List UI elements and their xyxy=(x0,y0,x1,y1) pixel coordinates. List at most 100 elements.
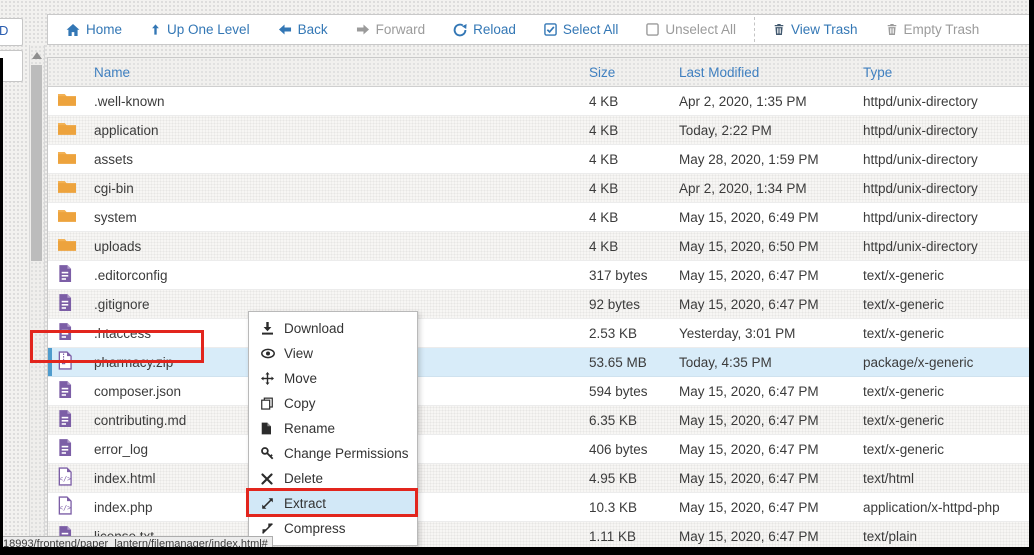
folder-icon xyxy=(57,92,77,108)
toolbar-button-unselect-all[interactable]: Unselect All xyxy=(632,22,750,37)
file-name: uploads xyxy=(86,239,586,254)
toolbar-button-label: View Trash xyxy=(791,22,858,37)
tree-scrollbar[interactable] xyxy=(29,45,45,548)
table-row[interactable]: </>index.php10.3 KBMay 15, 2020, 6:47 PM… xyxy=(48,493,1033,522)
menu-item-label: Copy xyxy=(284,396,316,411)
toolbar-button-label: Up One Level xyxy=(167,22,250,37)
toolbar-button-back[interactable]: Back xyxy=(264,22,342,37)
file-size: 4 KB xyxy=(586,181,676,196)
delete-icon xyxy=(261,473,278,485)
column-header-modified[interactable]: Last Modified xyxy=(676,65,860,80)
table-row[interactable]: </>index.html4.95 KBMay 15, 2020, 6:47 P… xyxy=(48,464,1033,493)
home-icon xyxy=(66,23,80,37)
file-modified: Today, 4:35 PM xyxy=(676,355,860,370)
file-type: application/x-httpd-php xyxy=(860,500,1026,515)
file-icon-cell xyxy=(48,179,86,198)
file-name: assets xyxy=(86,152,586,167)
toolbar-button-empty-trash[interactable]: Empty Trash xyxy=(872,22,994,37)
menu-item-rename[interactable]: Rename xyxy=(249,416,417,441)
table-row[interactable]: .well-known4 KBApr 2, 2020, 1:35 PMhttpd… xyxy=(48,87,1033,116)
menu-item-copy[interactable]: Copy xyxy=(249,391,417,416)
file-modified: May 15, 2020, 6:47 PM xyxy=(676,413,860,428)
toolbar-button-label: Forward xyxy=(376,22,426,37)
column-header-type[interactable]: Type xyxy=(860,65,1026,80)
file-type: httpd/unix-directory xyxy=(860,239,1026,254)
file-size: 6.35 KB xyxy=(586,413,676,428)
file-size: 10.3 KB xyxy=(586,500,676,515)
checkbox-checked-icon xyxy=(544,23,557,36)
menu-item-label: Change Permissions xyxy=(284,446,409,461)
file-type: httpd/unix-directory xyxy=(860,181,1026,196)
folder-icon xyxy=(57,121,77,137)
folder-icon xyxy=(57,208,77,224)
compress-icon xyxy=(261,522,278,535)
menu-item-label: Rename xyxy=(284,421,335,436)
file-modified: May 15, 2020, 6:47 PM xyxy=(676,268,860,283)
table-row[interactable]: .gitignore92 bytesMay 15, 2020, 6:47 PMt… xyxy=(48,290,1033,319)
toolbar-button-label: Home xyxy=(86,22,122,37)
file-modified: Today, 2:22 PM xyxy=(676,123,860,138)
file-table: Name Size Last Modified Type Perms .well… xyxy=(47,57,1034,548)
trash-icon xyxy=(886,23,898,36)
file-type: httpd/unix-directory xyxy=(860,210,1026,225)
toolbar-button-up-one-level[interactable]: Up One Level xyxy=(136,22,264,37)
menu-item-label: View xyxy=(284,346,313,361)
toolbar-button-home[interactable]: Home xyxy=(52,22,136,37)
file-type: package/x-generic xyxy=(860,355,1026,370)
screen-edge-left xyxy=(0,58,3,555)
table-row[interactable]: assets4 KBMay 28, 2020, 1:59 PMhttpd/uni… xyxy=(48,145,1033,174)
file-modified: May 15, 2020, 6:47 PM xyxy=(676,471,860,486)
menu-item-move[interactable]: Move xyxy=(249,366,417,391)
menu-item-view[interactable]: View xyxy=(249,341,417,366)
file-icon-cell xyxy=(48,380,86,402)
copy-icon xyxy=(261,397,278,410)
toolbar-button-label: Select All xyxy=(563,22,619,37)
annotation-red-box-pharmacy xyxy=(30,330,204,363)
file-size: 4 KB xyxy=(586,123,676,138)
toolbar-button-reload[interactable]: Reload xyxy=(439,22,530,37)
table-row[interactable]: error_log406 bytesMay 15, 2020, 6:47 PMt… xyxy=(48,435,1033,464)
file-text-icon xyxy=(57,409,72,428)
toolbar-button-label: Reload xyxy=(473,22,516,37)
column-header-name[interactable]: Name xyxy=(86,65,586,80)
file-name: application xyxy=(86,123,586,138)
toolbar-separator xyxy=(754,17,755,42)
table-row[interactable]: uploads4 KBMay 15, 2020, 6:50 PMhttpd/un… xyxy=(48,232,1033,261)
file-type: text/x-generic xyxy=(860,268,1026,283)
file-modified: Yesterday, 3:01 PM xyxy=(676,326,860,341)
menu-item-download[interactable]: Download xyxy=(249,316,417,341)
table-row[interactable]: .editorconfig317 bytesMay 15, 2020, 6:47… xyxy=(48,261,1033,290)
file-code-icon: </> xyxy=(57,467,72,486)
table-row[interactable]: system4 KBMay 15, 2020, 6:49 PMhttpd/uni… xyxy=(48,203,1033,232)
scroll-thumb[interactable] xyxy=(31,65,42,261)
toolbar-button-select-all[interactable]: Select All xyxy=(530,22,633,37)
file-modified: May 15, 2020, 6:47 PM xyxy=(676,500,860,515)
menu-item-label: Download xyxy=(284,321,344,336)
table-row[interactable]: contributing.md6.35 KBMay 15, 2020, 6:47… xyxy=(48,406,1033,435)
file-modified: May 15, 2020, 6:47 PM xyxy=(676,297,860,312)
toolbar-button-forward[interactable]: Forward xyxy=(342,22,440,37)
file-type: text/x-generic xyxy=(860,442,1026,457)
trash-icon xyxy=(773,23,785,36)
left-panel-glyph: D xyxy=(0,23,8,38)
file-size: 4 KB xyxy=(586,239,676,254)
toolbar-button-view-trash[interactable]: View Trash xyxy=(759,22,872,37)
file-type: text/x-generic xyxy=(860,297,1026,312)
toolbar-button-label: Back xyxy=(298,22,328,37)
table-row[interactable]: cgi-bin4 KBApr 2, 2020, 1:34 PMhttpd/uni… xyxy=(48,174,1033,203)
screen-edge-right xyxy=(1029,0,1034,555)
column-header-size[interactable]: Size xyxy=(586,65,676,80)
file-type: text/x-generic xyxy=(860,384,1026,399)
table-row[interactable]: composer.json594 bytesMay 15, 2020, 6:47… xyxy=(48,377,1033,406)
file-size: 2.53 KB xyxy=(586,326,676,341)
file-size: 4 KB xyxy=(586,152,676,167)
menu-item-compress[interactable]: Compress xyxy=(249,516,417,541)
file-type: httpd/unix-directory xyxy=(860,123,1026,138)
scroll-up-arrow[interactable] xyxy=(32,52,42,59)
file-size: 53.65 MB xyxy=(586,355,676,370)
annotation-red-box-extract xyxy=(246,488,418,517)
file-manager-screen: D Home Up One Level Back Forward Reload Selec… xyxy=(0,0,1034,555)
menu-item-label: Move xyxy=(284,371,317,386)
menu-item-change-permissions[interactable]: Change Permissions xyxy=(249,441,417,466)
table-row[interactable]: application4 KBToday, 2:22 PMhttpd/unix-… xyxy=(48,116,1033,145)
